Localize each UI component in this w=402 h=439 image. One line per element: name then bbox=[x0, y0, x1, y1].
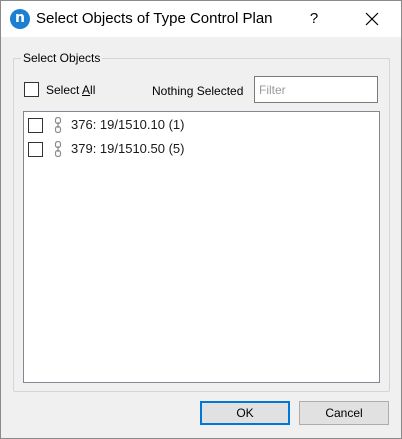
title-bar[interactable]: n Select Objects of Type Control Plan ? bbox=[1, 1, 401, 37]
filter-input[interactable] bbox=[254, 76, 378, 103]
item-checkbox[interactable] bbox=[28, 118, 43, 133]
list-item[interactable]: 379: 19/1510.50 (5) bbox=[24, 138, 379, 160]
app-logo-icon: n bbox=[10, 9, 30, 29]
link-chain-icon bbox=[54, 117, 62, 133]
link-chain-icon bbox=[54, 141, 62, 157]
selection-status: Nothing Selected bbox=[152, 84, 244, 98]
list-item[interactable]: 376: 19/1510.10 (1) bbox=[24, 114, 379, 136]
item-label: 376: 19/1510.10 (1) bbox=[71, 117, 185, 132]
close-icon bbox=[365, 12, 379, 26]
dialog-title: Select Objects of Type Control Plan bbox=[36, 10, 273, 27]
close-button[interactable] bbox=[349, 1, 395, 37]
item-checkbox[interactable] bbox=[28, 142, 43, 157]
item-label: 379: 19/1510.50 (5) bbox=[71, 141, 185, 156]
select-all-label[interactable]: Select All bbox=[46, 83, 95, 97]
select-all-checkbox[interactable] bbox=[24, 82, 39, 97]
object-list[interactable]: 376: 19/1510.10 (1) 379: 19/1510.50 (5) bbox=[23, 111, 380, 383]
help-button[interactable]: ? bbox=[291, 1, 337, 37]
select-objects-dialog: n Select Objects of Type Control Plan ? … bbox=[0, 0, 402, 439]
group-title: Select Objects bbox=[21, 51, 103, 65]
cancel-button[interactable]: Cancel bbox=[299, 401, 389, 425]
ok-button[interactable]: OK bbox=[200, 401, 290, 425]
